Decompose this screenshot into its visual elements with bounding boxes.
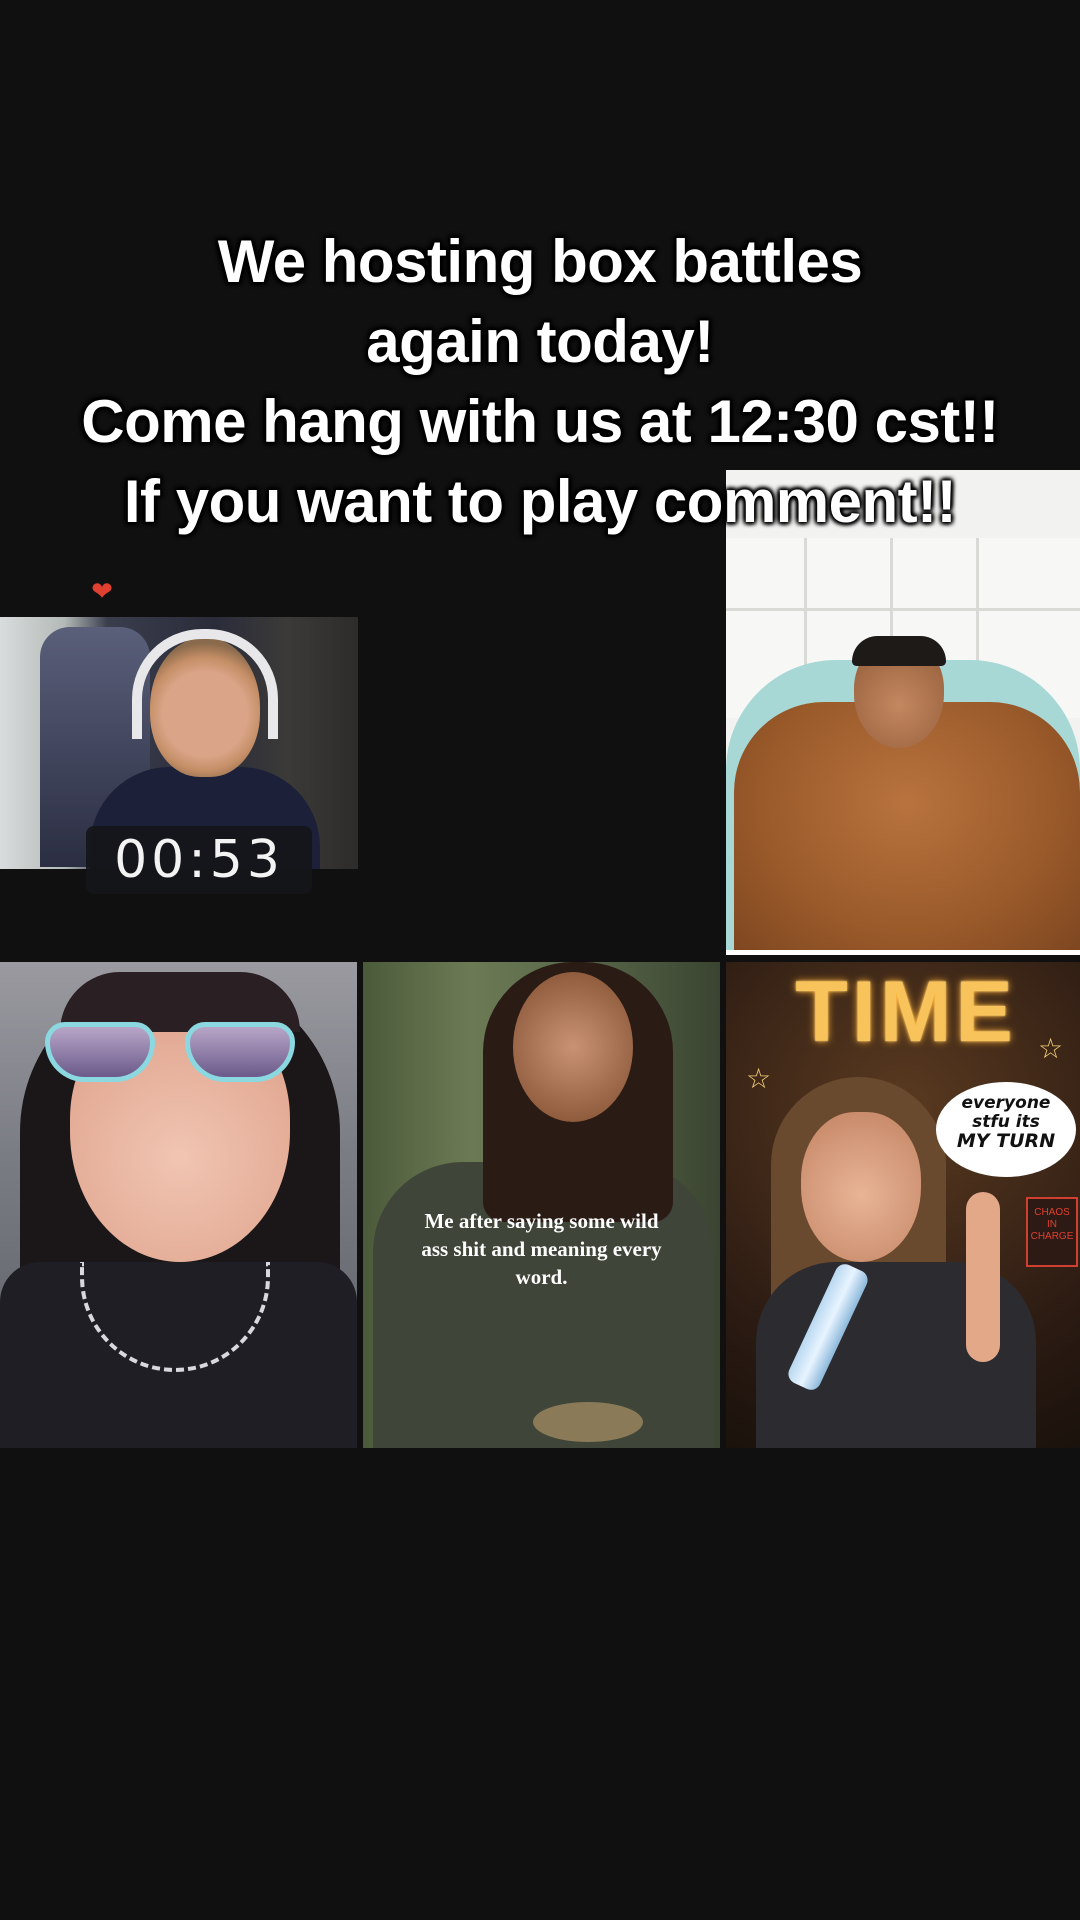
- meme-caption-line-3: word.: [515, 1265, 568, 1289]
- caption-line-3: Come hang with us at 12:30 cst!!: [81, 388, 999, 455]
- selfie-image-tile[interactable]: [0, 962, 357, 1448]
- man-hair: [852, 636, 946, 666]
- star-icon: ☆: [1038, 1033, 1064, 1064]
- woman-face: [801, 1112, 921, 1262]
- showtime-sign: TIME: [795, 964, 1017, 1060]
- headset-icon: [132, 629, 278, 739]
- caption-line-4: If you want to play comment!!: [123, 468, 957, 535]
- showtime-poster-tile[interactable]: TIME ☆ ☆ CHAOS IN CHARGE everyone stfu i…: [726, 962, 1080, 1448]
- bubble-line-1: everyone: [961, 1093, 1051, 1113]
- meme-caption-line-1: Me after saying some wild: [424, 1209, 659, 1233]
- meme-caption-line-2: ass shit and meaning every: [421, 1237, 662, 1261]
- star-icon: ☆: [746, 1063, 772, 1094]
- cup-icon: [533, 1402, 643, 1442]
- raised-finger: [966, 1192, 1000, 1362]
- bathtub-image-tile[interactable]: [726, 470, 1080, 955]
- battle-timer: 00:53: [86, 826, 312, 894]
- doll-meme-tile[interactable]: Me after saying some wild ass shit and m…: [363, 962, 720, 1448]
- doll-face: [513, 972, 633, 1122]
- caption-line-1: We hosting box battles: [217, 228, 863, 295]
- speech-bubble: everyone stfu its MY TURN: [936, 1082, 1076, 1177]
- meme-caption: Me after saying some wild ass shit and m…: [363, 1207, 720, 1291]
- heart-badge-icon: ❤: [91, 576, 113, 606]
- photo-border: [726, 950, 1080, 955]
- caption-line-2: again today!: [366, 308, 714, 375]
- bubble-line-3: MY TURN: [956, 1130, 1056, 1152]
- sunglasses-icon: [45, 1022, 305, 1082]
- video-caption: We hosting box battles again today! Come…: [0, 222, 1080, 542]
- chaos-sign: CHAOS IN CHARGE: [1026, 1197, 1078, 1267]
